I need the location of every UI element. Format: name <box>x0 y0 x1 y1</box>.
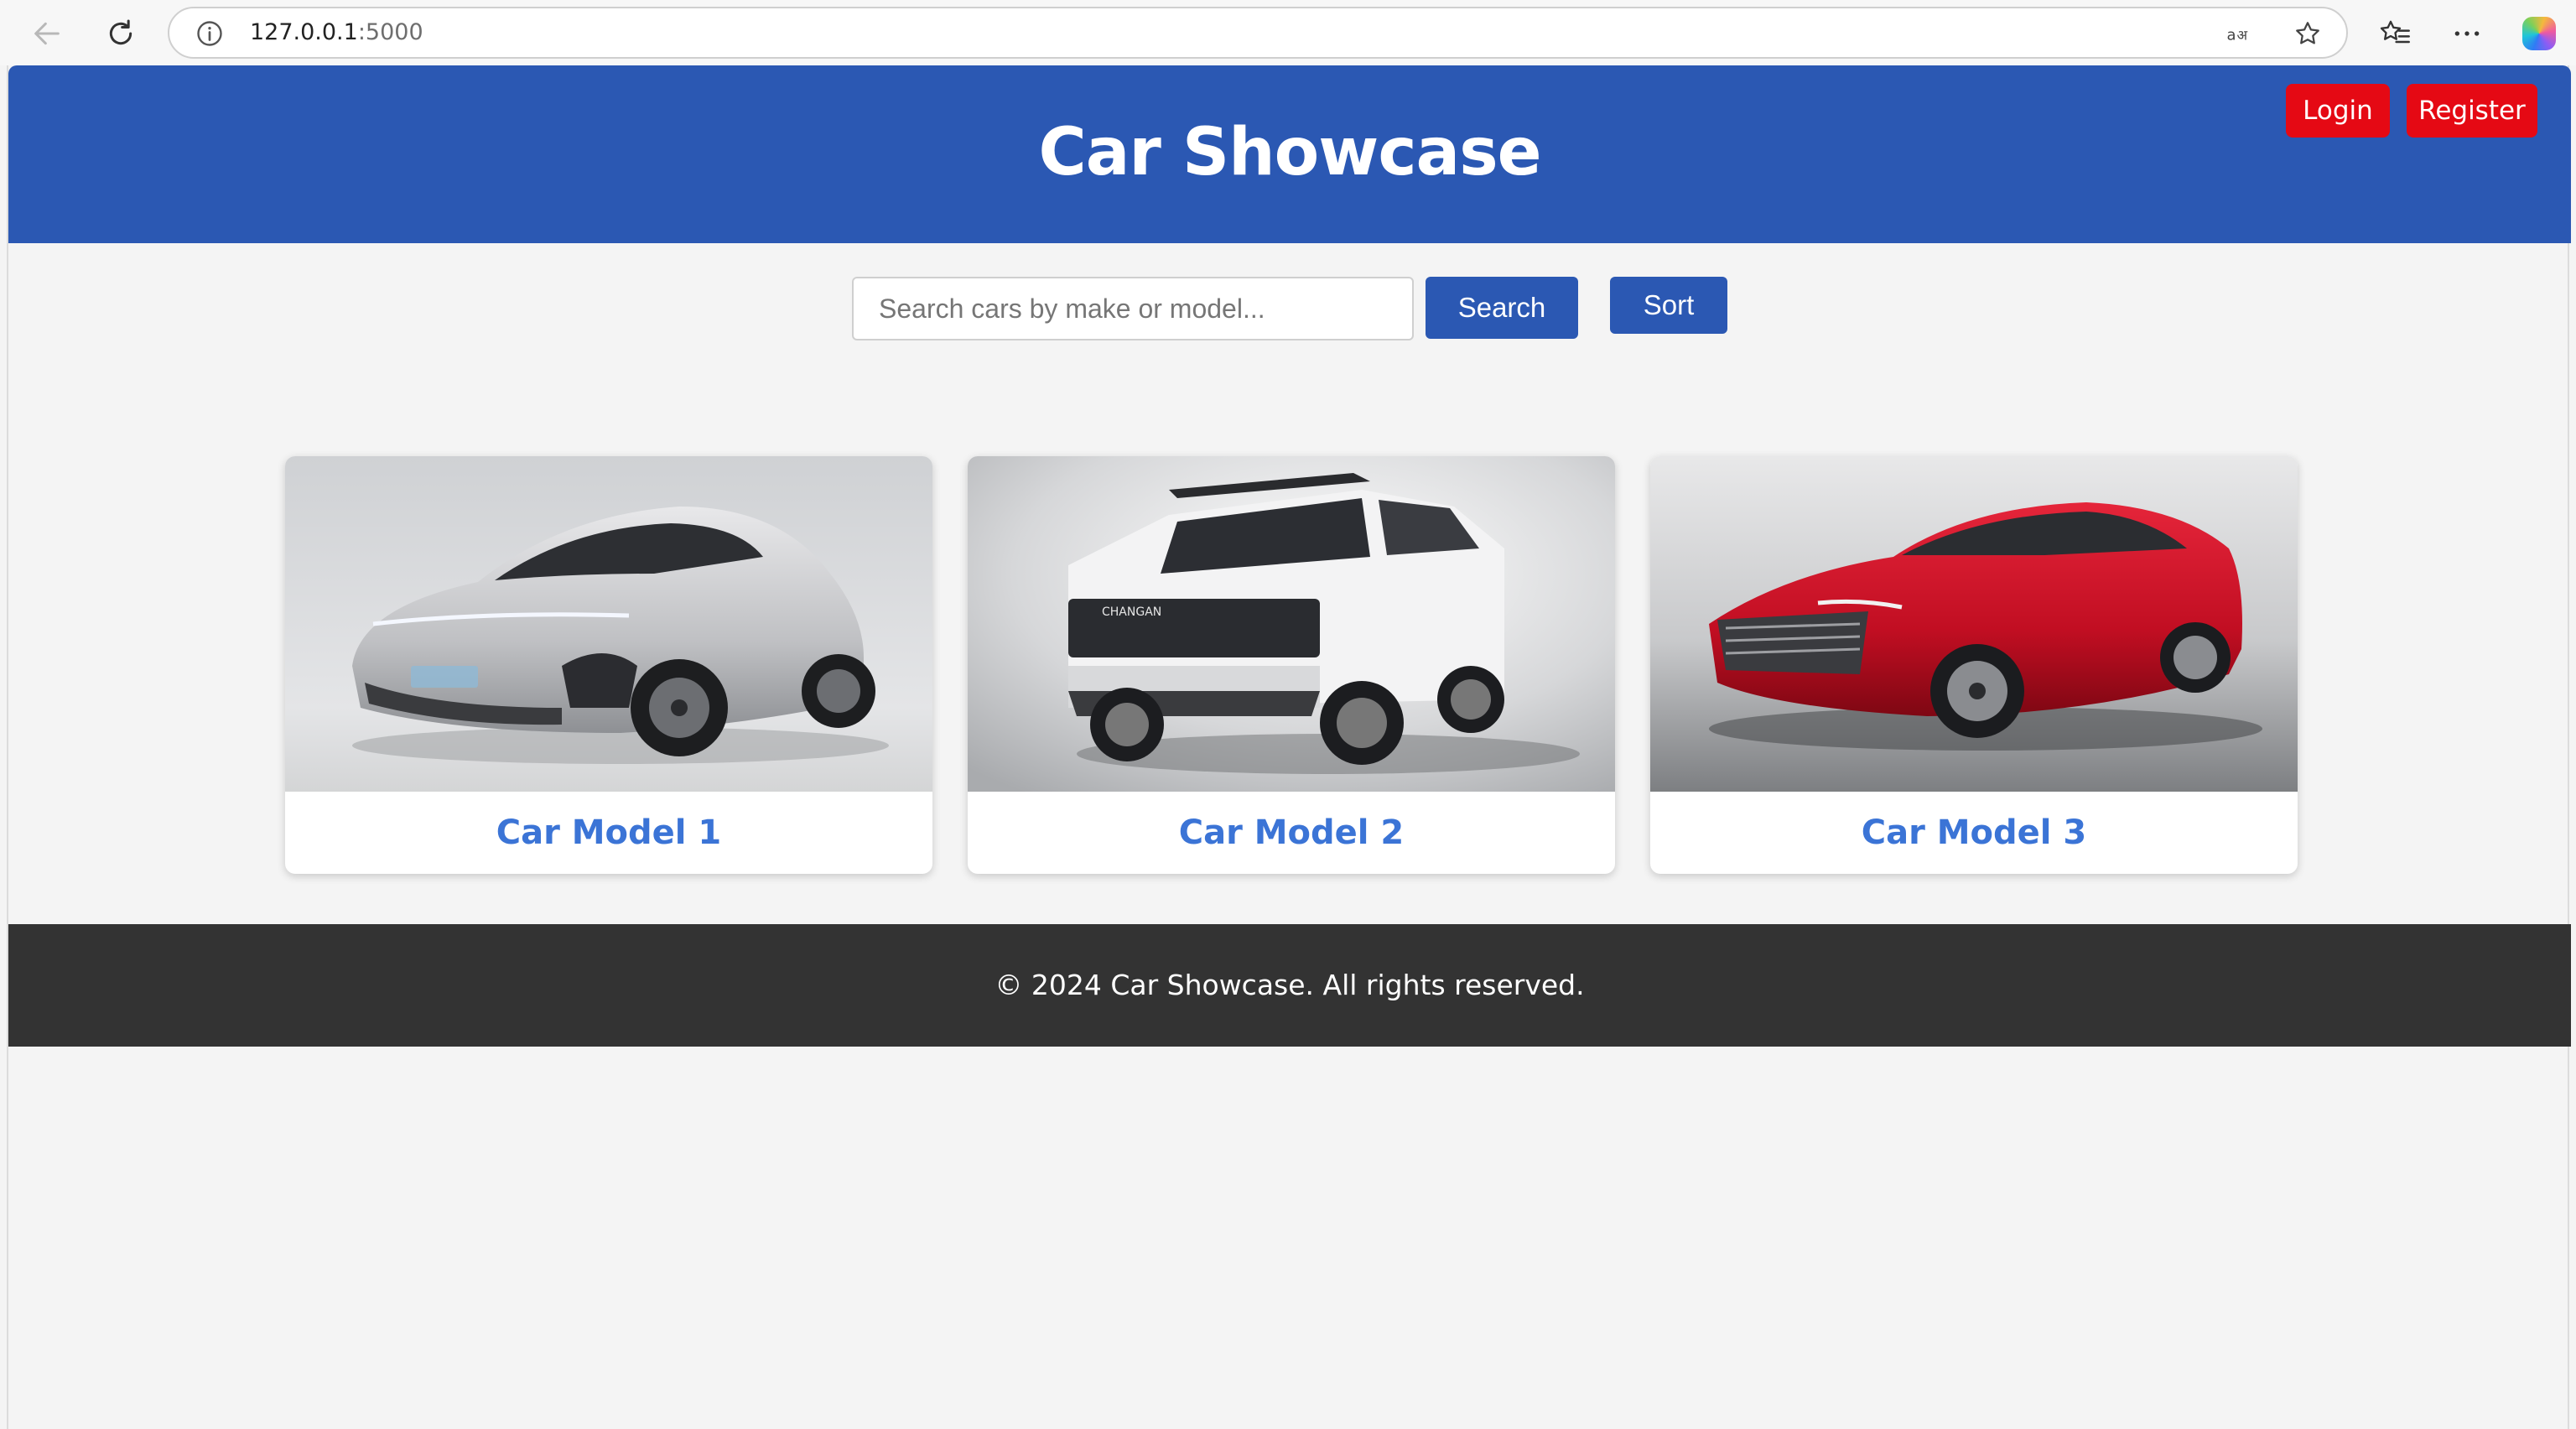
svg-text:अ: अ <box>2237 28 2248 44</box>
read-aloud-icon[interactable]: aअ <box>2224 17 2257 50</box>
car-card-3[interactable]: Car Model 3 <box>1650 456 2298 874</box>
footer-copyright: © 2024 Car Showcase. All rights reserved… <box>995 969 1585 1001</box>
page-title: Car Showcase <box>1038 115 1541 190</box>
url-text[interactable]: 127.0.0.1:5000 <box>250 8 423 57</box>
car-image-3[interactable] <box>1650 456 2298 792</box>
sort-button[interactable]: Sort <box>1610 277 1727 334</box>
address-bar[interactable]: 127.0.0.1:5000 aअ <box>168 7 2348 59</box>
site-footer: © 2024 Car Showcase. All rights reserved… <box>8 924 2571 1047</box>
car-title-3[interactable]: Car Model 3 <box>1650 792 2298 874</box>
favorites-icon[interactable] <box>2375 13 2415 54</box>
copilot-icon[interactable] <box>2519 13 2559 54</box>
car-title-1[interactable]: Car Model 1 <box>285 792 932 874</box>
svg-text:CHANGAN: CHANGAN <box>1102 605 1161 619</box>
site-header: Car Showcase Login Register <box>8 65 2571 243</box>
back-arrow-icon[interactable] <box>23 10 70 57</box>
url-host: 127.0.0.1 <box>250 19 358 45</box>
car-image-1[interactable] <box>285 456 932 792</box>
site-info-icon[interactable] <box>195 18 225 49</box>
reload-icon[interactable] <box>97 10 144 57</box>
car-card-1[interactable]: Car Model 1 <box>285 456 932 874</box>
more-icon[interactable] <box>2447 13 2487 54</box>
search-button[interactable]: Search <box>1426 277 1578 339</box>
search-input[interactable] <box>852 277 1414 340</box>
web-page: Car Showcase Login Register Search Sort <box>7 65 2571 1429</box>
register-button[interactable]: Register <box>2407 84 2537 138</box>
car-card-2[interactable]: CHANGAN Car Model 2 <box>968 456 1615 874</box>
browser-toolbar: 127.0.0.1:5000 aअ <box>0 0 2576 65</box>
url-port: :5000 <box>357 19 423 45</box>
favorite-star-icon[interactable] <box>2291 17 2324 50</box>
car-image-2[interactable]: CHANGAN <box>968 456 1615 792</box>
svg-text:a: a <box>2227 27 2236 44</box>
login-button[interactable]: Login <box>2286 84 2390 138</box>
car-title-2[interactable]: Car Model 2 <box>968 792 1615 874</box>
